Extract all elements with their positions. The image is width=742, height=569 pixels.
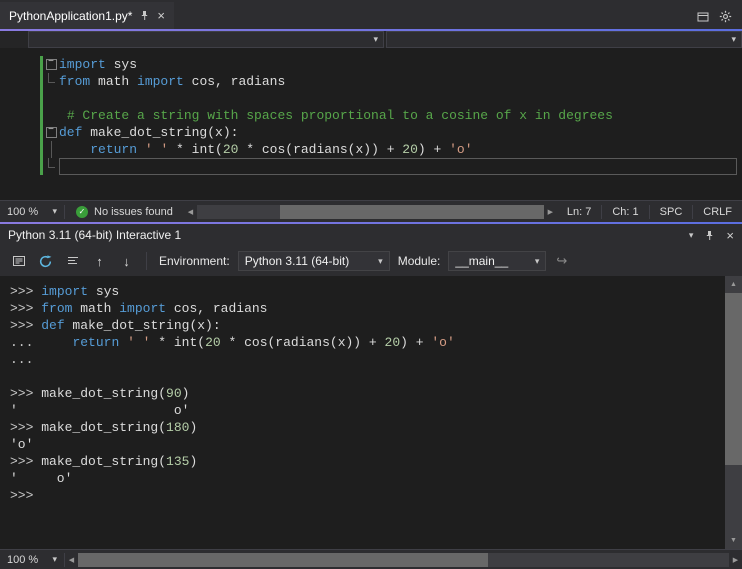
code-line: ...: [10, 352, 34, 367]
issues-indicator[interactable]: ✓ No issues found: [65, 205, 184, 218]
line-ending-indicator: CRLF: [703, 205, 732, 218]
code-line: [0, 90, 742, 107]
code-line: ' o': [10, 471, 73, 486]
fold-gutter: [43, 141, 59, 158]
code-line: ' o': [10, 403, 190, 418]
check-icon: ✓: [76, 205, 88, 218]
module-value: __main__: [455, 254, 509, 268]
scroll-left-icon[interactable]: ◀: [184, 208, 197, 216]
code-line: 'o': [10, 437, 34, 452]
caret-position-group: Ln: 7 Ch: 1 SPC CRLF: [557, 201, 742, 222]
code-line: from math import cos, radians: [0, 73, 742, 90]
code-line: def make_dot_string(x):: [0, 124, 742, 141]
environments-icon[interactable]: [7, 250, 30, 272]
tab-pythonapplication1[interactable]: PythonApplication1.py* ×: [0, 2, 175, 29]
interactive-horizontal-scrollbar[interactable]: ◀ ▶: [65, 550, 742, 569]
console-output[interactable]: >>> import sys >>> from math import cos, …: [0, 276, 725, 549]
editor-status-bar: 100 % ▾ ✓ No issues found ◀ ▶ Ln: 7 Ch: …: [0, 200, 742, 222]
toolbar-divider: [146, 252, 147, 270]
code-line: ... return ' ' * int(20 * cos(radians(x)…: [10, 335, 455, 350]
code-line: import sys: [0, 56, 742, 73]
environment-label: Environment:: [159, 254, 230, 268]
code-line: >>> make_dot_string(180): [10, 420, 198, 435]
editor-code: import sysfrom math import cos, radians …: [0, 56, 742, 175]
fold-gutter: [43, 90, 59, 107]
close-icon[interactable]: ×: [726, 229, 734, 242]
code-line: >>> def make_dot_string(x):: [10, 318, 221, 333]
code-line: >>> from math import cos, radians: [10, 301, 268, 316]
chevron-down-icon: ▾: [534, 255, 540, 266]
interactive-zoom-dropdown[interactable]: 100 % ▾: [0, 554, 64, 566]
document-tab-bar: PythonApplication1.py* ×: [0, 0, 742, 29]
scroll-right-icon[interactable]: ▶: [729, 556, 742, 564]
scroll-down-icon[interactable]: ▼: [725, 537, 742, 544]
column-indicator: Ch: 1: [612, 205, 639, 218]
gear-icon[interactable]: [719, 10, 732, 23]
project-scope-dropdown[interactable]: ▾: [28, 31, 384, 48]
scrollbar-thumb[interactable]: [78, 552, 489, 567]
code-line: >>> import sys: [10, 284, 120, 299]
scroll-left-icon[interactable]: ◀: [65, 556, 78, 564]
fold-collapse-icon[interactable]: [43, 56, 59, 73]
environment-dropdown[interactable]: Python 3.11 (64-bit) ▾: [237, 251, 390, 271]
code-line: >>> make_dot_string(90): [10, 386, 190, 401]
code-editor[interactable]: import sysfrom math import cos, radians …: [0, 48, 742, 200]
fold-gutter: [43, 107, 59, 124]
scrollbar-thumb[interactable]: [725, 293, 742, 465]
scroll-right-icon[interactable]: ▶: [544, 208, 557, 216]
clear-screen-icon[interactable]: [61, 250, 84, 272]
interactive-toolbar: ↑ ↓ Environment: Python 3.11 (64-bit) ▾ …: [0, 246, 742, 276]
scroll-up-icon[interactable]: ▲: [725, 281, 742, 288]
redo-icon[interactable]: ↪: [556, 253, 567, 269]
chevron-down-icon: ▾: [373, 34, 378, 44]
tool-window-actions: ▾ ×: [689, 229, 734, 242]
tab-strip-actions: [697, 10, 742, 29]
scrollbar-track[interactable]: [78, 552, 729, 567]
reset-icon[interactable]: [34, 250, 57, 272]
history-next-icon[interactable]: ↓: [115, 250, 138, 272]
chevron-down-icon: ▾: [52, 554, 57, 564]
code-line: # Create a string with spaces proportion…: [0, 107, 742, 124]
module-label: Module:: [397, 254, 441, 268]
chevron-down-icon: ▾: [52, 206, 57, 216]
editor-horizontal-scrollbar[interactable]: ◀ ▶: [184, 201, 557, 222]
scrollbar-thumb[interactable]: [280, 204, 544, 219]
environment-value: Python 3.11 (64-bit): [244, 254, 350, 268]
visual-studio-window: PythonApplication1.py* × ▾ ▾ import sysf…: [0, 0, 742, 569]
line-indicator: Ln: 7: [566, 205, 592, 218]
fold-gutter: [43, 73, 59, 90]
fold-gutter: [43, 158, 59, 175]
code-line: >>> make_dot_string(135): [10, 454, 198, 469]
code-line: >>>: [10, 488, 34, 503]
pin-icon[interactable]: [704, 230, 715, 241]
spaces-indicator: SPC: [659, 205, 683, 218]
editor-navigation-bar: ▾ ▾: [0, 31, 742, 48]
pin-icon[interactable]: [139, 10, 150, 21]
code-line: return ' ' * int(20 * cos(radians(x)) + …: [0, 141, 742, 158]
tab-title: PythonApplication1.py*: [9, 8, 133, 23]
window-list-icon[interactable]: [697, 11, 709, 23]
issues-text: No issues found: [94, 205, 173, 218]
close-icon[interactable]: ×: [157, 9, 165, 22]
interactive-title: Python 3.11 (64-bit) Interactive 1: [8, 228, 182, 242]
zoom-level: 100 %: [7, 553, 39, 566]
zoom-level: 100 %: [7, 205, 39, 218]
member-scope-dropdown[interactable]: ▾: [386, 31, 742, 48]
fold-collapse-icon[interactable]: [43, 124, 59, 141]
interactive-body: >>> import sys >>> from math import cos, …: [0, 276, 742, 549]
code-line: [0, 158, 742, 175]
chevron-down-icon: ▾: [731, 34, 736, 44]
vertical-scrollbar[interactable]: ▲ ▼: [725, 276, 742, 549]
window-position-icon[interactable]: ▾: [689, 230, 694, 240]
interactive-title-bar[interactable]: Python 3.11 (64-bit) Interactive 1 ▾ ×: [0, 224, 742, 246]
history-previous-icon[interactable]: ↑: [88, 250, 111, 272]
editor-zoom-dropdown[interactable]: 100 % ▾: [0, 206, 64, 218]
module-dropdown[interactable]: __main__ ▾: [448, 251, 547, 271]
chevron-down-icon: ▾: [378, 255, 383, 266]
scrollbar-track[interactable]: [196, 204, 544, 219]
interactive-status-bar: 100 % ▾ ◀ ▶: [0, 549, 742, 569]
python-interactive-window: Python 3.11 (64-bit) Interactive 1 ▾ × ↑…: [0, 224, 742, 569]
